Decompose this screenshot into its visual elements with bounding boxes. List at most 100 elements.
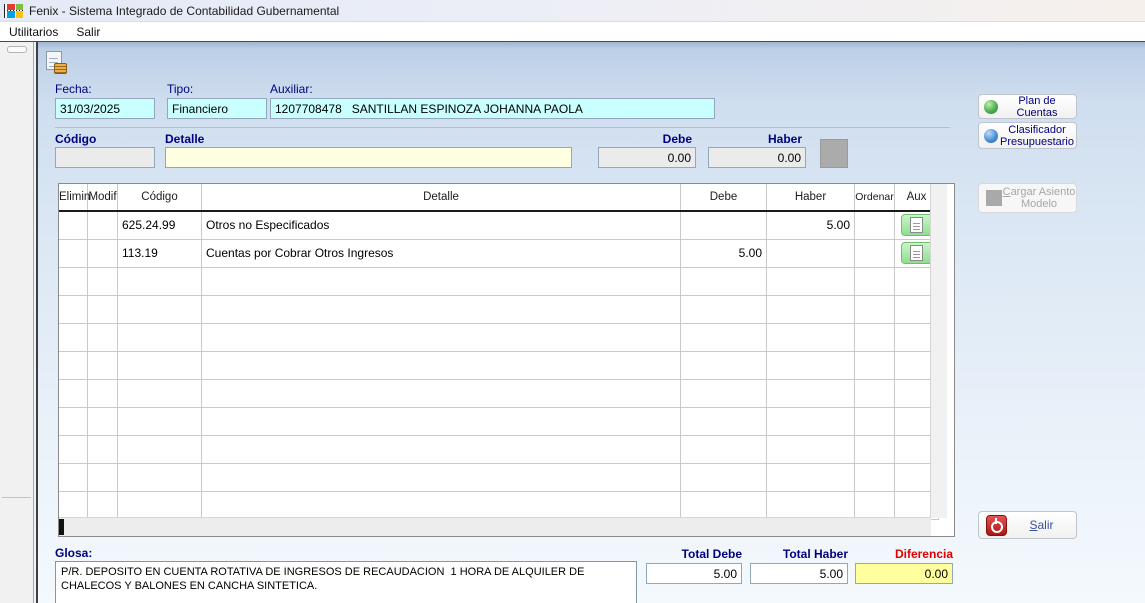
grid-cell-elimin[interactable] — [59, 407, 88, 435]
grid-row[interactable] — [59, 295, 939, 323]
grid-cell-ordenar[interactable] — [855, 239, 895, 267]
grid-cell-debe[interactable] — [681, 407, 767, 435]
grid-cell-codigo[interactable] — [118, 323, 202, 351]
salir-button[interactable]: Salir — [978, 511, 1077, 539]
grid-cell-elimin[interactable] — [59, 351, 88, 379]
grid-cell-haber[interactable] — [767, 379, 855, 407]
horizontal-scrollbar[interactable] — [59, 517, 931, 536]
grid-cell-codigo[interactable] — [118, 379, 202, 407]
grid-cell-debe[interactable] — [681, 435, 767, 463]
grid-cell-ordenar[interactable] — [855, 267, 895, 295]
grid-cell-debe[interactable] — [681, 267, 767, 295]
grid-cell-ordenar[interactable] — [855, 295, 895, 323]
auxiliar-input[interactable] — [270, 98, 715, 119]
grid-cell-ordenar[interactable] — [855, 407, 895, 435]
scrollbar-thumb[interactable] — [59, 519, 64, 535]
grid-cell-modif[interactable] — [88, 351, 118, 379]
grid-cell-detalle[interactable] — [202, 435, 681, 463]
grid-cell-detalle[interactable] — [202, 463, 681, 491]
grid-cell-detalle[interactable] — [202, 267, 681, 295]
grid-row[interactable]: 113.19Cuentas por Cobrar Otros Ingresos5… — [59, 239, 939, 267]
glosa-textarea[interactable]: P/R. DEPOSITO EN CUENTA ROTATIVA DE INGR… — [55, 561, 637, 603]
grid-cell-debe[interactable] — [681, 211, 767, 239]
grid-cell-modif[interactable] — [88, 295, 118, 323]
grid-cell-debe[interactable] — [681, 351, 767, 379]
grid-cell-haber[interactable] — [767, 295, 855, 323]
grid-cell-codigo[interactable] — [118, 435, 202, 463]
grid-cell-detalle[interactable]: Otros no Especificados — [202, 211, 681, 239]
grid-row[interactable] — [59, 379, 939, 407]
menu-utilitarios[interactable]: Utilitarios — [0, 23, 67, 41]
grid-cell-haber[interactable] — [767, 323, 855, 351]
grid-cell-modif[interactable] — [88, 239, 118, 267]
menu-salir[interactable]: Salir — [67, 23, 109, 41]
grid-cell-haber[interactable] — [767, 435, 855, 463]
grid-row[interactable] — [59, 267, 939, 295]
grid-cell-haber[interactable] — [767, 351, 855, 379]
grid-cell-modif[interactable] — [88, 379, 118, 407]
grid-cell-ordenar[interactable] — [855, 379, 895, 407]
grid-row[interactable] — [59, 407, 939, 435]
grid-cell-modif[interactable] — [88, 211, 118, 239]
grid-cell-haber[interactable] — [767, 267, 855, 295]
vertical-scrollbar[interactable] — [930, 184, 947, 518]
grid-cell-ordenar[interactable] — [855, 323, 895, 351]
grid-cell-haber[interactable] — [767, 239, 855, 267]
grid-cell-elimin[interactable] — [59, 491, 88, 519]
grid-cell-elimin[interactable] — [59, 463, 88, 491]
grid-cell-debe[interactable] — [681, 295, 767, 323]
grid-cell-debe[interactable] — [681, 463, 767, 491]
grid-cell-codigo[interactable] — [118, 351, 202, 379]
grid-row[interactable] — [59, 323, 939, 351]
grid-cell-codigo[interactable]: 113.19 — [118, 239, 202, 267]
grid-cell-debe[interactable]: 5.00 — [681, 239, 767, 267]
grid-cell-ordenar[interactable] — [855, 491, 895, 519]
panel-grip-handle[interactable] — [7, 46, 27, 53]
grid-cell-debe[interactable] — [681, 323, 767, 351]
grid-cell-ordenar[interactable] — [855, 463, 895, 491]
add-row-button[interactable] — [820, 139, 848, 168]
grid-cell-haber[interactable] — [767, 463, 855, 491]
grid-cell-codigo[interactable] — [118, 295, 202, 323]
grid-cell-detalle[interactable]: Cuentas por Cobrar Otros Ingresos — [202, 239, 681, 267]
grid-cell-haber[interactable] — [767, 491, 855, 519]
grid-cell-codigo[interactable] — [118, 491, 202, 519]
grid-cell-codigo[interactable]: 625.24.99 — [118, 211, 202, 239]
grid-cell-modif[interactable] — [88, 491, 118, 519]
plan-de-cuentas-button[interactable]: Plan de Cuentas — [978, 94, 1077, 119]
aux-button[interactable] — [901, 242, 933, 264]
fecha-input[interactable] — [55, 98, 155, 119]
grid-cell-elimin[interactable] — [59, 267, 88, 295]
aux-button[interactable] — [901, 214, 933, 236]
grid-cell-detalle[interactable] — [202, 407, 681, 435]
grid-cell-elimin[interactable] — [59, 379, 88, 407]
grid-row[interactable] — [59, 463, 939, 491]
grid-cell-modif[interactable] — [88, 267, 118, 295]
grid-cell-debe[interactable] — [681, 379, 767, 407]
grid-row[interactable] — [59, 351, 939, 379]
debe-entry-input[interactable] — [598, 147, 696, 168]
grid-cell-detalle[interactable] — [202, 379, 681, 407]
grid-row[interactable] — [59, 491, 939, 519]
grid-cell-elimin[interactable] — [59, 239, 88, 267]
grid-cell-elimin[interactable] — [59, 435, 88, 463]
grid-cell-detalle[interactable] — [202, 295, 681, 323]
grid-cell-haber[interactable]: 5.00 — [767, 211, 855, 239]
grid-cell-elimin[interactable] — [59, 211, 88, 239]
grid-cell-debe[interactable] — [681, 491, 767, 519]
tipo-input[interactable] — [167, 98, 267, 119]
grid-cell-modif[interactable] — [88, 435, 118, 463]
grid-cell-haber[interactable] — [767, 407, 855, 435]
grid-cell-detalle[interactable] — [202, 491, 681, 519]
grid-cell-ordenar[interactable] — [855, 351, 895, 379]
codigo-entry-input[interactable] — [55, 147, 155, 168]
grid-cell-codigo[interactable] — [118, 407, 202, 435]
voucher-toolbar-icon[interactable] — [46, 51, 66, 73]
clasificador-presupuestario-button[interactable]: Clasificador Presupuestario — [978, 122, 1077, 149]
grid-cell-ordenar[interactable] — [855, 211, 895, 239]
grid-cell-detalle[interactable] — [202, 351, 681, 379]
grid-cell-codigo[interactable] — [118, 463, 202, 491]
grid-cell-elimin[interactable] — [59, 323, 88, 351]
cargar-asiento-modelo-button[interactable]: Cargar Asiento Modelo — [978, 183, 1077, 213]
grid-cell-modif[interactable] — [88, 407, 118, 435]
